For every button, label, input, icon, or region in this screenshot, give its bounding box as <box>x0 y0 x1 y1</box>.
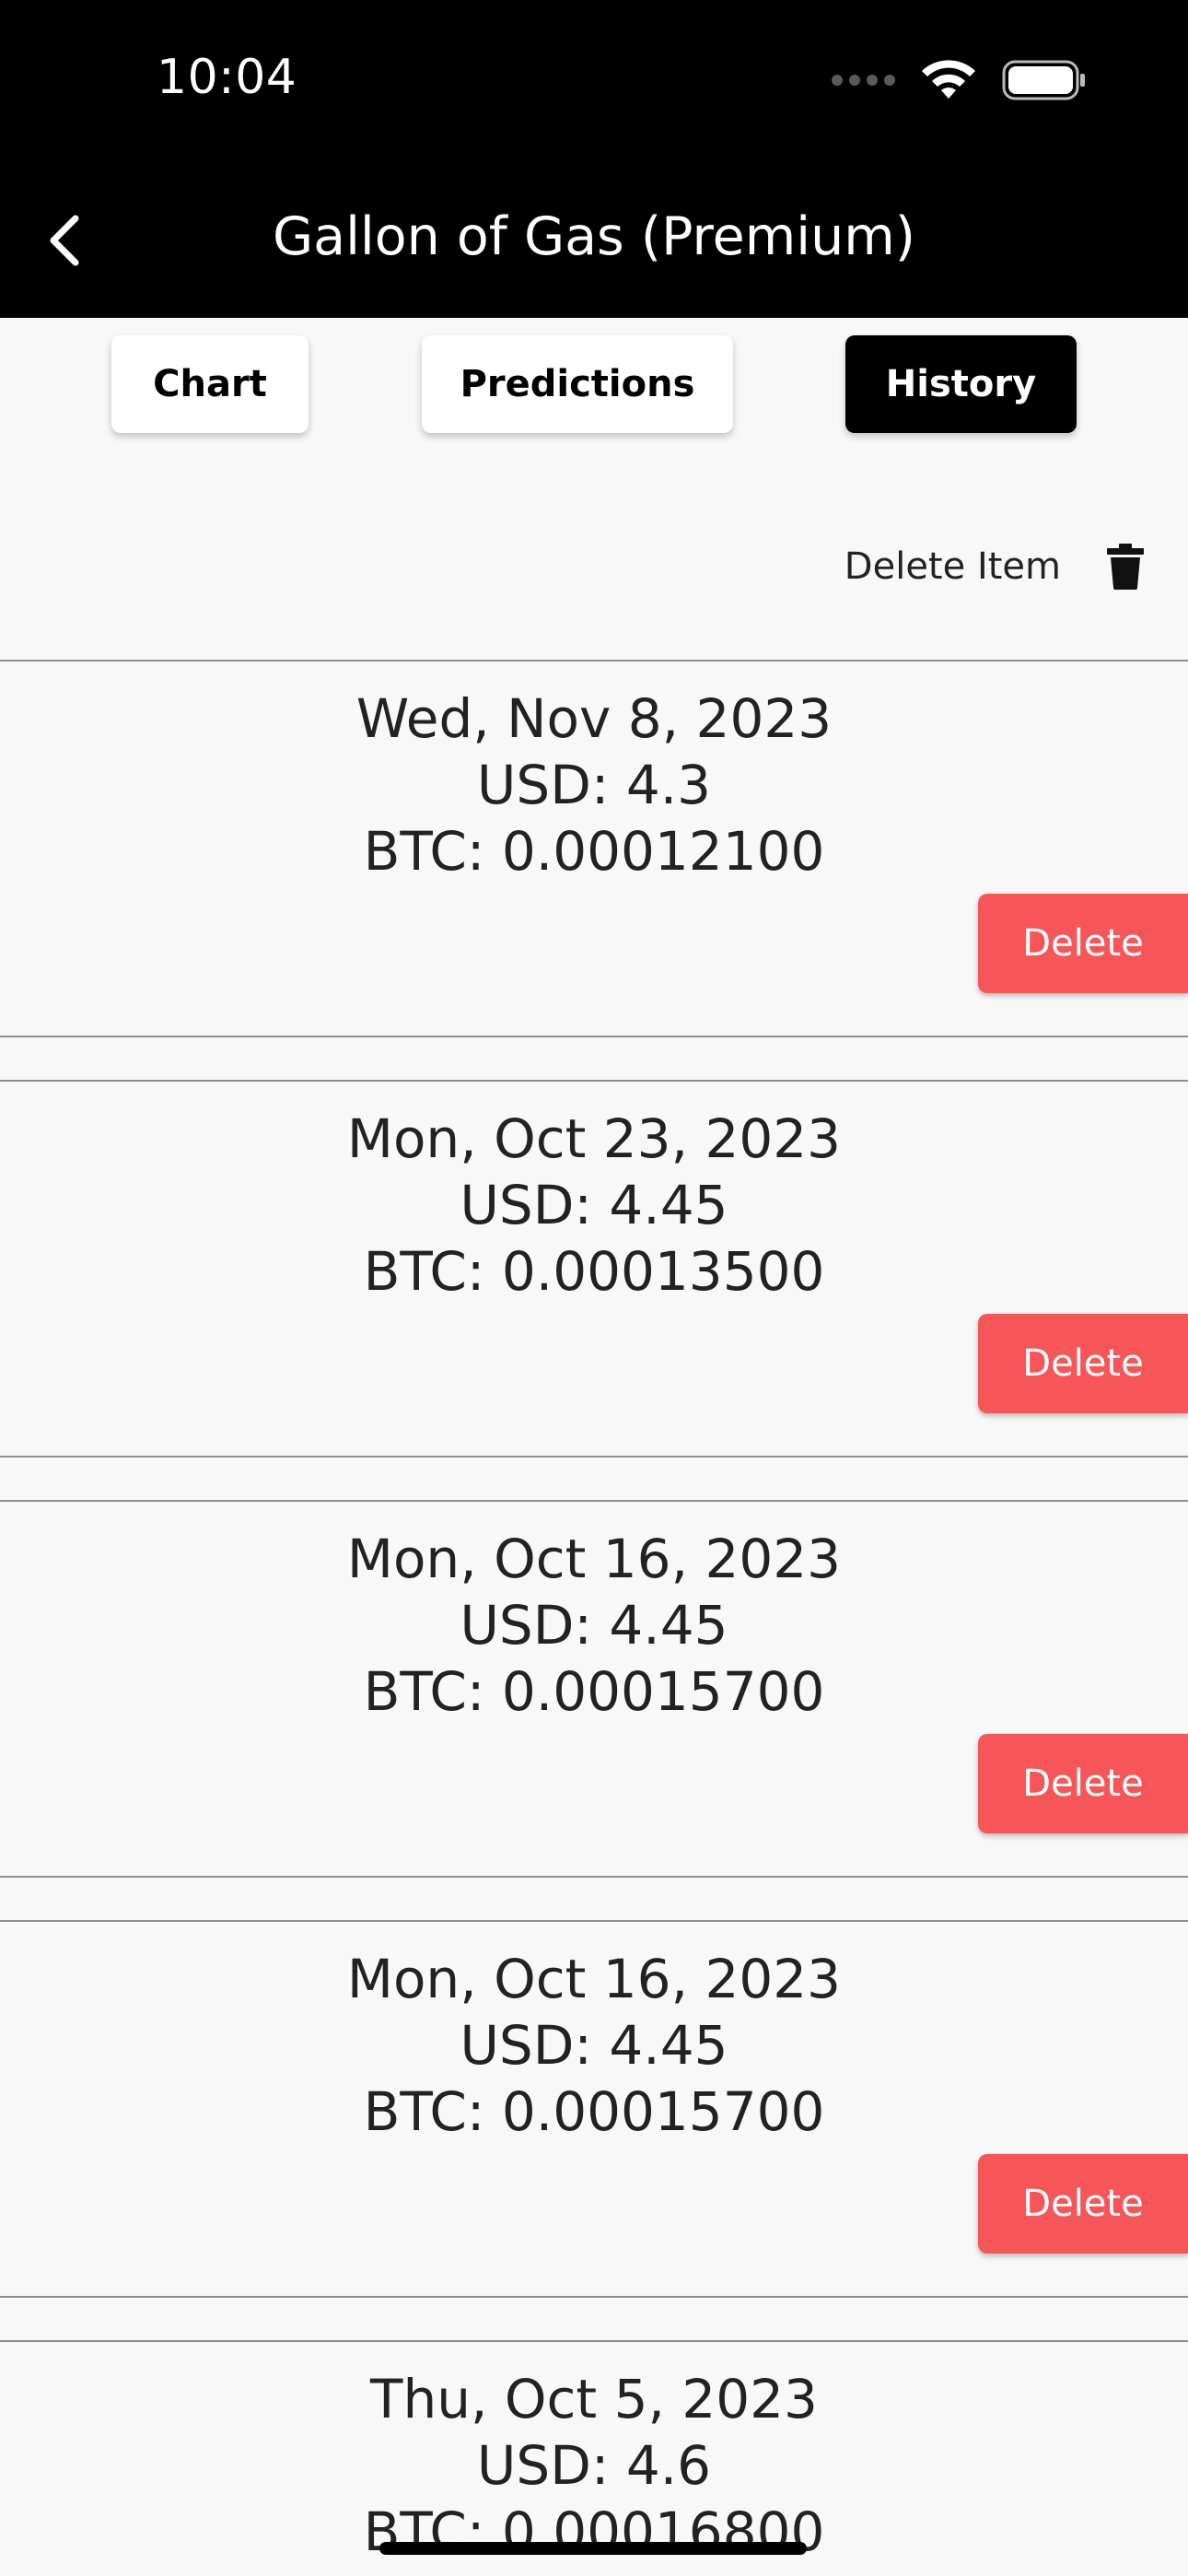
page-title: Gallon of Gas (Premium) <box>273 206 915 267</box>
home-indicator <box>379 2542 807 2555</box>
delete-button[interactable]: Delete <box>978 2154 1188 2254</box>
history-entry: Mon, Oct 16, 2023 USD: 4.45 BTC: 0.00015… <box>0 1922 1188 2296</box>
divider <box>0 1876 1188 1878</box>
divider <box>0 2296 1188 2298</box>
history-entry: Wed, Nov 8, 2023 USD: 4.3 BTC: 0.0001210… <box>0 662 1188 1036</box>
entry-usd: USD: 4.45 <box>460 1594 728 1657</box>
history-entry: Mon, Oct 16, 2023 USD: 4.45 BTC: 0.00015… <box>0 1502 1188 1876</box>
history-entry: Mon, Oct 23, 2023 USD: 4.45 BTC: 0.00013… <box>0 1082 1188 1456</box>
delete-item-row: Delete Item <box>844 544 1144 590</box>
cellular-signal-icon <box>832 75 895 86</box>
divider <box>0 1456 1188 1458</box>
entry-btc: BTC: 0.00013500 <box>363 1240 825 1303</box>
entry-usd: USD: 4.45 <box>460 2014 728 2077</box>
entry-date: Mon, Oct 23, 2023 <box>346 1107 842 1170</box>
tab-chart[interactable]: Chart <box>111 335 309 433</box>
entry-btc: BTC: 0.00012100 <box>363 820 825 883</box>
tab-history[interactable]: History <box>845 335 1077 433</box>
entry-date: Mon, Oct 16, 2023 <box>346 1528 842 1590</box>
divider <box>0 1036 1188 1037</box>
tab-bar: Chart Predictions History <box>0 335 1188 435</box>
entry-btc: BTC: 0.00015700 <box>363 2080 825 2143</box>
entry-btc: BTC: 0.00015700 <box>363 1660 825 1723</box>
entry-btc: BTC: 0.00016800 <box>363 2500 825 2563</box>
delete-button[interactable]: Delete <box>978 1734 1188 1833</box>
status-icons <box>832 57 1087 103</box>
battery-icon <box>1002 60 1085 100</box>
entry-date: Thu, Oct 5, 2023 <box>370 2368 818 2430</box>
entry-usd: USD: 4.3 <box>476 754 712 816</box>
status-time: 10:04 <box>157 50 297 105</box>
entry-usd: USD: 4.6 <box>476 2434 712 2497</box>
entry-usd: USD: 4.45 <box>460 1174 728 1236</box>
delete-button[interactable]: Delete <box>978 894 1188 993</box>
header-bar: 10:04 Gallon of Gas (Premium) <box>0 0 1188 318</box>
entry-date: Wed, Nov 8, 2023 <box>355 687 833 750</box>
entry-date: Mon, Oct 16, 2023 <box>346 1948 842 2010</box>
history-entry: Thu, Oct 5, 2023 USD: 4.6 BTC: 0.0001680… <box>0 2342 1188 2576</box>
tab-predictions[interactable]: Predictions <box>422 335 733 433</box>
wifi-icon <box>922 60 975 99</box>
trash-icon[interactable] <box>1107 544 1144 590</box>
delete-button[interactable]: Delete <box>978 1314 1188 1413</box>
delete-item-label: Delete Item <box>844 545 1061 588</box>
